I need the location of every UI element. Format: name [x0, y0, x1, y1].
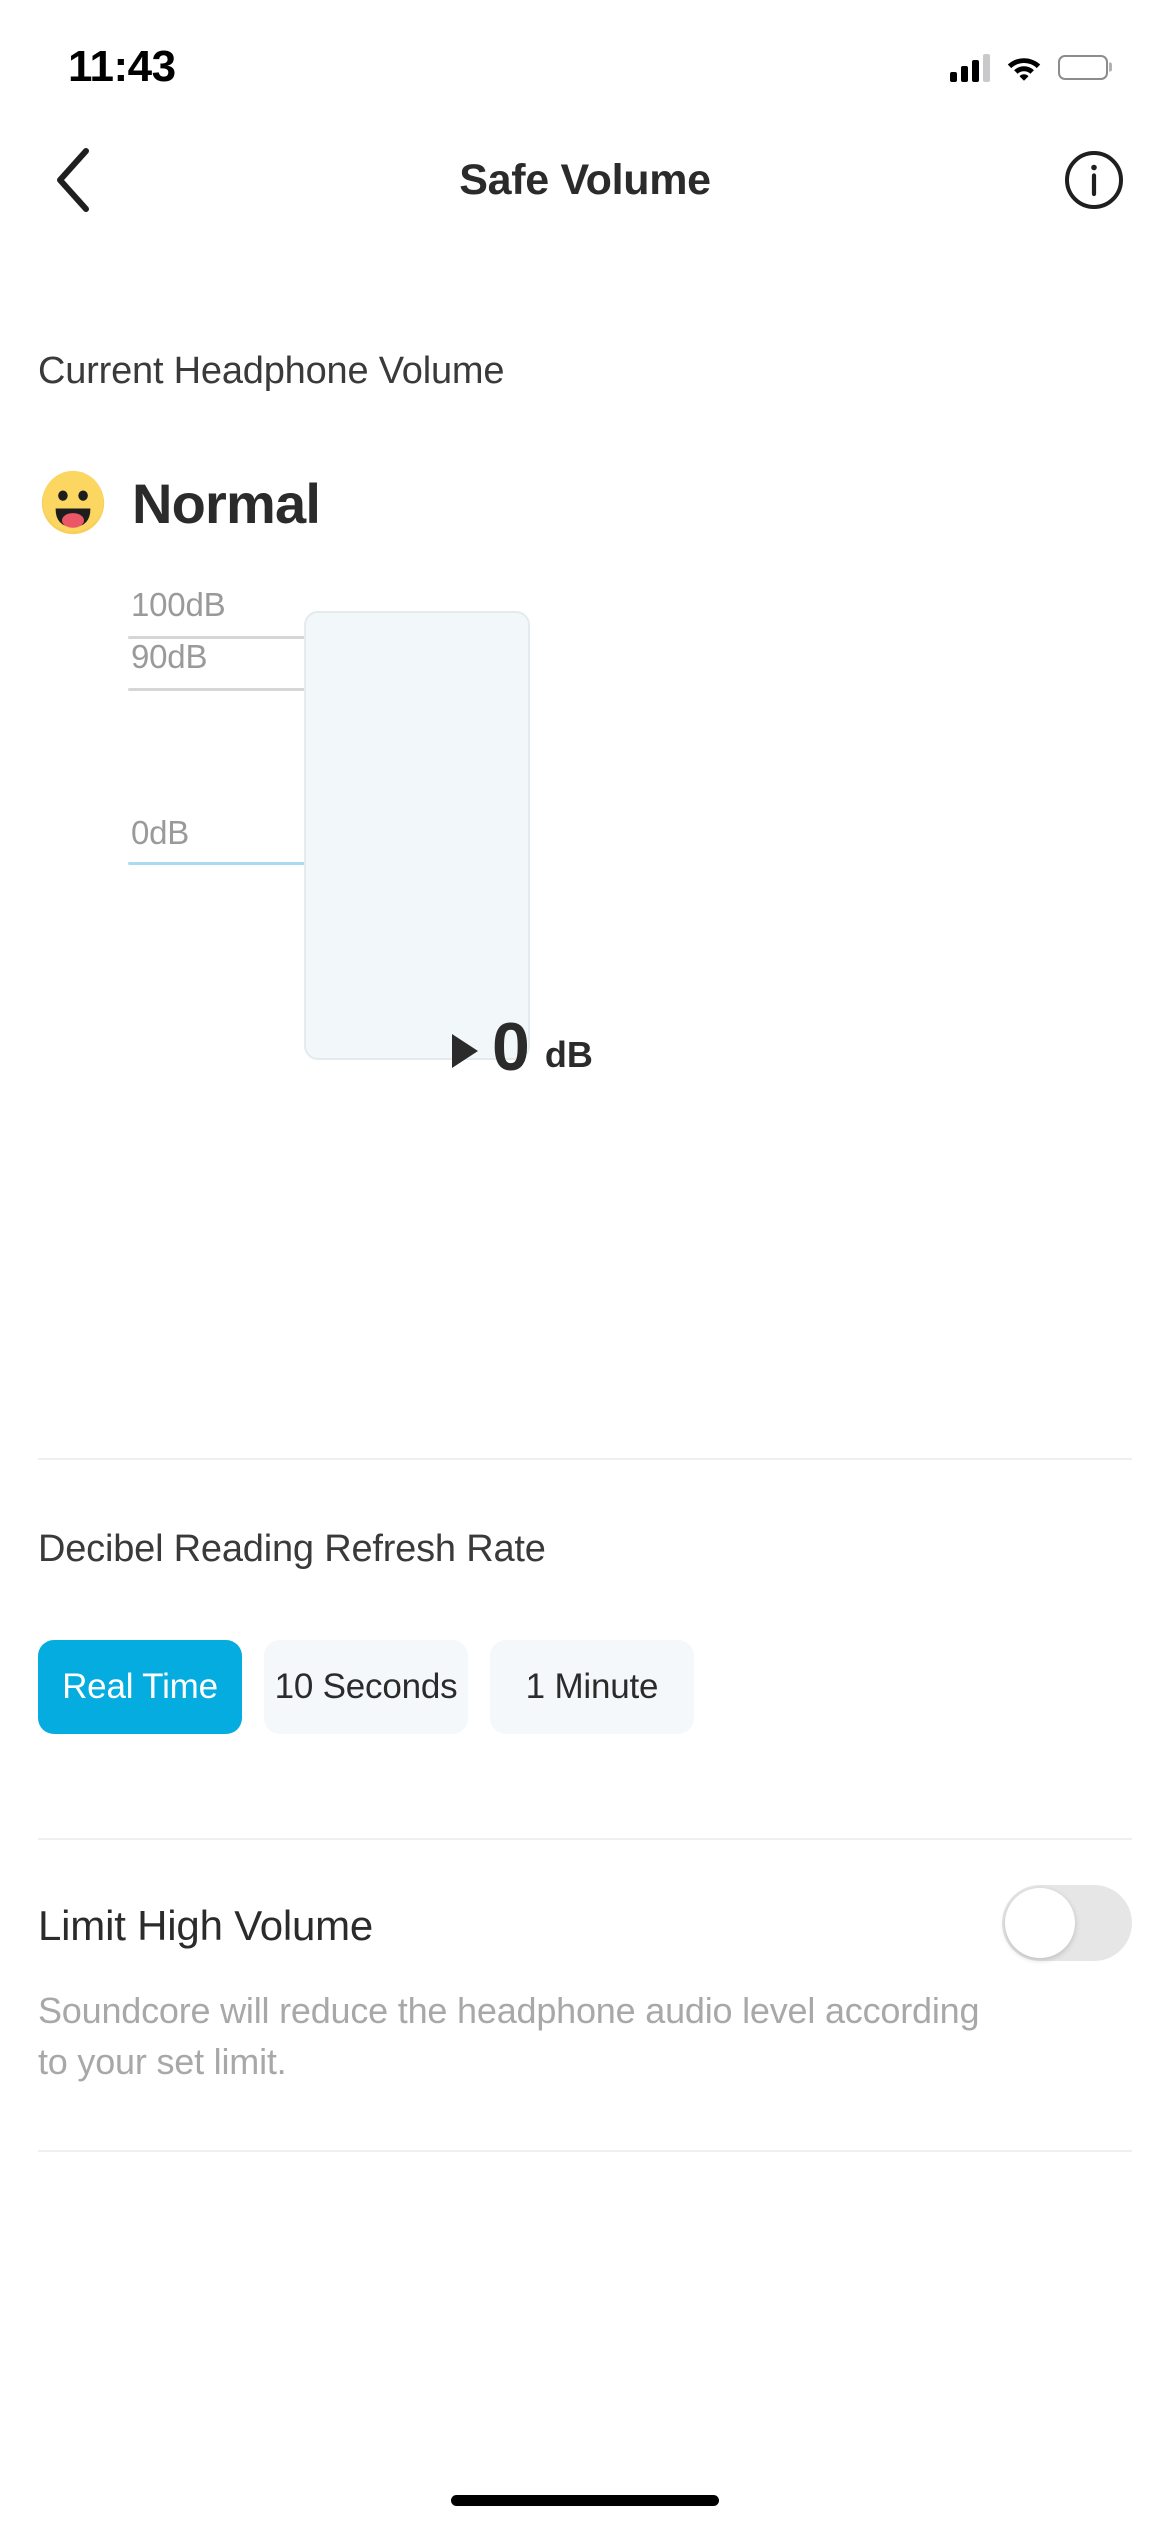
- refresh-rate-option-label: 10 Seconds: [274, 1667, 458, 1706]
- refresh-rate-option-10-seconds[interactable]: 10 Seconds: [264, 1640, 468, 1734]
- home-indicator[interactable]: [451, 2495, 719, 2506]
- navigation-bar: Safe Volume: [0, 120, 1170, 240]
- limit-high-volume-toggle[interactable]: [1002, 1885, 1132, 1961]
- divider: [38, 1838, 1132, 1840]
- grinning-face-emoji: [41, 470, 105, 535]
- refresh-rate-segmented-control: Real Time 10 Seconds 1 Minute: [38, 1640, 694, 1734]
- axis-tick-label-100db: 100dB: [131, 586, 226, 623]
- volume-status-row: Normal: [40, 470, 321, 536]
- refresh-rate-option-real-time[interactable]: Real Time: [38, 1640, 242, 1734]
- decibel-readout-unit: dB: [544, 1033, 593, 1075]
- decibel-readout-value: 0: [492, 1009, 530, 1085]
- divider: [38, 1458, 1132, 1460]
- battery-icon: [1058, 54, 1108, 80]
- toggle-knob: [1005, 1888, 1075, 1958]
- refresh-rate-label: Decibel Reading Refresh Rate: [38, 1528, 546, 1570]
- axis-tick-label-0db: 0dB: [131, 814, 190, 851]
- status-bar-icons: [950, 52, 1108, 82]
- refresh-rate-option-label: 1 Minute: [525, 1667, 659, 1706]
- decibel-meter-chart: 100dB 90dB 0dB 0 dB: [0, 586, 1170, 1081]
- page-title: Safe Volume: [459, 155, 711, 204]
- info-circle-icon: [1065, 151, 1123, 209]
- axis-tick-label-90db: 90dB: [131, 638, 208, 675]
- divider: [38, 2150, 1132, 2152]
- current-headphone-volume-label: Current Headphone Volume: [38, 350, 505, 392]
- volume-status-text: Normal: [132, 471, 321, 535]
- refresh-rate-option-label: Real Time: [62, 1667, 218, 1706]
- app-screen: 11:43 Safe Volume Current Headphone Volu…: [0, 0, 1170, 2532]
- status-bar: 11:43: [0, 0, 1170, 120]
- limit-high-volume-label: Limit High Volume: [38, 1902, 374, 1949]
- decibel-readout: 0 dB: [452, 1009, 593, 1085]
- cellular-signal-icon: [950, 52, 990, 82]
- status-bar-time: 11:43: [68, 42, 176, 91]
- refresh-rate-option-1-minute[interactable]: 1 Minute: [490, 1640, 694, 1734]
- volume-bar-track: [304, 611, 530, 1060]
- info-button[interactable]: [1054, 140, 1134, 220]
- limit-high-volume-description: Soundcore will reduce the headphone audi…: [38, 1990, 980, 2083]
- wifi-icon: [1006, 53, 1042, 81]
- play-triangle-icon: [452, 1033, 478, 1068]
